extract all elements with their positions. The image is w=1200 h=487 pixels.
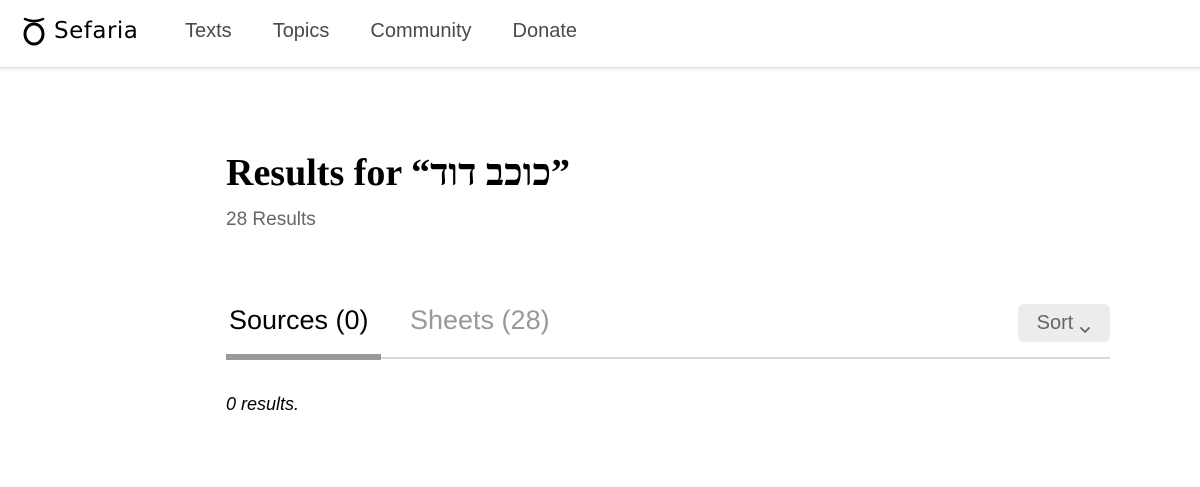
- sort-button[interactable]: Sort: [1018, 304, 1110, 342]
- main-nav: Texts Topics Community Donate: [185, 18, 618, 44]
- logo-text: Sefaria: [54, 18, 139, 44]
- nav-item-donate[interactable]: Donate: [513, 18, 578, 44]
- top-header: Sefaria Texts Topics Community Donate: [0, 0, 1200, 68]
- chevron-down-icon: [1079, 318, 1091, 333]
- active-tab-indicator: [226, 354, 381, 360]
- nav-item-texts[interactable]: Texts: [185, 18, 232, 44]
- sort-label: Sort: [1036, 311, 1074, 334]
- search-results-panel: Results for “כוכב דוד” 28 Results Source…: [226, 148, 1110, 414]
- tab-sources[interactable]: Sources (0): [229, 303, 369, 337]
- sefaria-logo-icon: [22, 16, 46, 46]
- sefaria-logo[interactable]: Sefaria: [22, 14, 138, 48]
- nav-item-topics[interactable]: Topics: [273, 18, 330, 44]
- tab-sheets[interactable]: Sheets (28): [410, 303, 550, 337]
- results-tabs: Sources (0) Sheets (28) Sort: [226, 303, 1110, 360]
- results-count: 28 Results: [226, 209, 316, 230]
- page-title: Results for “כוכב דוד”: [226, 152, 571, 194]
- nav-item-community[interactable]: Community: [370, 18, 471, 44]
- empty-results-message: 0 results.: [226, 394, 300, 414]
